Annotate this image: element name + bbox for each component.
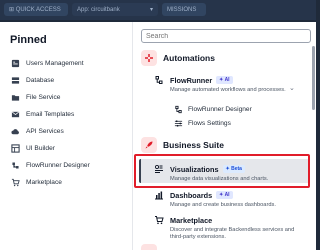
menu-item-description: Manage and create business dashboards. — [170, 202, 276, 208]
pinned-item-email-templates[interactable]: Email Templates — [10, 107, 134, 121]
ai-badge: ✦ AI — [216, 76, 233, 84]
pinned-item-label: Marketplace — [26, 178, 62, 186]
cart-icon — [153, 214, 165, 226]
submenu-flowrunner-designer[interactable]: FlowRunner Designer — [173, 104, 252, 114]
menu-item-description: Manage automated workflows and processes… — [170, 87, 286, 93]
flow-icon — [153, 74, 165, 86]
top-bar: ⊞ QUICK ACCESS App: circuitbank ▾ MISSION… — [0, 0, 316, 20]
database-icon — [10, 75, 20, 85]
submenu-flows-settings[interactable]: Flows Settings — [173, 118, 231, 128]
pinned-item-label: UI Builder — [26, 144, 55, 152]
pinned-item-file-service[interactable]: File Service — [10, 90, 134, 104]
missions-label: MISSIONS — [167, 6, 197, 13]
next-section-icon — [141, 244, 157, 250]
cloud-icon — [10, 126, 20, 136]
pinned-panel: Pinned Users Management Database File Se… — [0, 22, 136, 250]
pinned-item-flowrunner-designer[interactable]: FlowRunner Designer — [10, 158, 134, 172]
section-automations: Automations — [141, 50, 215, 66]
pinned-item-label: Email Templates — [26, 110, 75, 118]
app-selector[interactable]: App: circuitbank ▾ — [72, 3, 158, 16]
pinned-item-label: FlowRunner Designer — [26, 161, 90, 169]
navigation-menu: Automations FlowRunner ✦ AI Manage autom… — [132, 22, 316, 250]
flow-icon — [10, 160, 20, 170]
section-label: Business Suite — [163, 140, 224, 150]
pinned-item-api-services[interactable]: API Services — [10, 124, 134, 138]
search-input[interactable] — [141, 29, 311, 43]
automations-icon — [141, 50, 157, 66]
sliders-icon — [173, 118, 183, 128]
folder-icon — [10, 92, 20, 102]
chevron-down-icon: ▾ — [149, 7, 153, 13]
app-selector-label: App: circuitbank — [77, 6, 120, 13]
envelope-icon — [10, 109, 20, 119]
pinned-item-label: Users Management — [26, 59, 84, 67]
pinned-item-label: API Services — [26, 127, 64, 135]
menu-item-dashboards[interactable]: Dashboards ✦ AI Manage and create busine… — [153, 189, 303, 209]
users-icon — [10, 58, 20, 68]
layout-icon — [10, 143, 20, 153]
menu-item-marketplace[interactable]: Marketplace Discover and integrate Backe… — [153, 214, 303, 241]
cart-icon — [10, 177, 20, 187]
pinned-item-ui-builder[interactable]: UI Builder — [10, 141, 134, 155]
pinned-item-users-management[interactable]: Users Management — [10, 56, 134, 70]
ai-badge: ✦ AI — [216, 191, 233, 199]
quick-access-label: ⊞ QUICK ACCESS — [9, 7, 61, 13]
highlight-box — [134, 154, 310, 188]
pinned-item-label: Database — [26, 76, 55, 84]
submenu-label: Flows Settings — [188, 119, 231, 127]
menu-item-name: FlowRunner — [170, 75, 213, 85]
dashboard-icon — [153, 189, 165, 201]
rocket-icon — [141, 137, 157, 153]
menu-item-name: Dashboards — [170, 190, 213, 200]
menu-item-description: Discover and integrate Backendless servi… — [170, 227, 295, 240]
section-label: Automations — [163, 53, 215, 63]
pinned-item-marketplace[interactable]: Marketplace — [10, 175, 134, 189]
missions-button[interactable]: MISSIONS — [162, 3, 206, 16]
section-business-suite: Business Suite — [141, 137, 224, 153]
pinned-title: Pinned — [10, 34, 47, 46]
chevron-down-icon[interactable]: ⌄ — [289, 84, 295, 92]
menu-item-flowrunner[interactable]: FlowRunner ✦ AI Manage automated workflo… — [153, 74, 303, 94]
submenu-label: FlowRunner Designer — [188, 105, 252, 113]
menu-item-name: Marketplace — [170, 215, 213, 225]
quick-access-button[interactable]: ⊞ QUICK ACCESS — [4, 3, 68, 16]
flow-icon — [173, 104, 183, 114]
pinned-item-label: File Service — [26, 93, 61, 101]
scrollbar[interactable] — [312, 46, 315, 110]
pinned-item-database[interactable]: Database — [10, 73, 134, 87]
